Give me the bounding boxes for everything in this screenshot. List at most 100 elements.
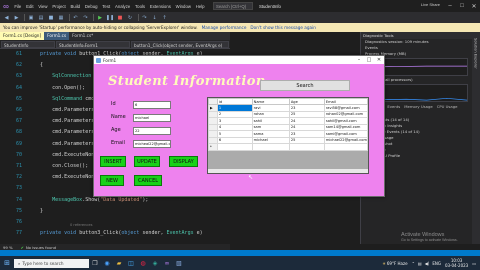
solution-explorer-tab[interactable]: Solution Explorer xyxy=(474,38,478,69)
step-out-icon[interactable]: ↑ xyxy=(160,14,169,22)
update-button[interactable]: UPDATE xyxy=(134,156,160,167)
back-icon[interactable]: ◀ xyxy=(2,14,11,22)
forward-icon[interactable]: ▶ xyxy=(12,14,21,22)
pause-icon[interactable]: ❚❚ xyxy=(106,14,115,22)
windows-start-icon[interactable]: ⊞ xyxy=(0,256,14,270)
menu-extensions[interactable]: Extensions xyxy=(147,4,173,9)
manage-performance-link[interactable]: Manage performance xyxy=(202,25,247,30)
table-cell[interactable] xyxy=(251,143,290,151)
menu-analyze[interactable]: Analyze xyxy=(113,4,133,9)
save-icon[interactable]: ■ xyxy=(47,14,56,22)
windows-taskbar: ⊞ ⌕ Type here to search ❐ ◉ ▰ ◫ ◍ ◈ ∞ ▧ … xyxy=(0,256,480,270)
tray-overflow-icon[interactable]: ⌃ xyxy=(412,261,415,266)
toolbar-divider xyxy=(137,14,138,21)
tab-events[interactable]: Events xyxy=(385,104,402,111)
tab-form-design[interactable]: Form1.cs [Design] xyxy=(0,32,45,40)
live-share-button[interactable]: Live Share xyxy=(421,2,440,7)
clock[interactable]: 10:03 03-04-2023 xyxy=(445,258,468,268)
restart-icon[interactable]: ↻ xyxy=(126,14,135,22)
visual-studio-taskbar-icon[interactable]: ∞ xyxy=(161,256,173,270)
line-number: 74 xyxy=(15,196,22,203)
weather-icon[interactable]: ☀ xyxy=(382,261,386,266)
id-field[interactable]: 6 xyxy=(133,101,171,109)
issues-status[interactable]: No issues found xyxy=(26,245,56,250)
table-cell[interactable] xyxy=(288,143,325,151)
toolbar-divider xyxy=(68,14,69,21)
table-cell[interactable] xyxy=(323,143,369,151)
system-tray: ☀ 69°F Haze ⌃ ▤ ◀) ENG 10:03 03-04-2023 … xyxy=(382,256,476,270)
weather-label[interactable]: 69°F Haze xyxy=(387,261,408,266)
table-cell[interactable] xyxy=(216,143,253,151)
menu-build[interactable]: Build xyxy=(68,4,82,9)
new-file-icon[interactable]: ▣ xyxy=(27,14,36,22)
app-icon[interactable]: ▧ xyxy=(173,256,185,270)
close-icon[interactable]: ✕ xyxy=(468,0,480,12)
continue-icon[interactable]: ▶ xyxy=(96,14,105,22)
code-text: } xyxy=(28,207,44,214)
chrome-icon[interactable]: ◍ xyxy=(137,256,149,270)
line-number: 68 xyxy=(15,129,22,136)
tab-form-code-modified[interactable]: Form1.cs* xyxy=(69,32,96,40)
info-bar: You can improve 'Startup' performance by… xyxy=(0,23,480,32)
diagnostic-tools-title: Diagnostic Tools xyxy=(361,32,472,39)
edge-icon[interactable]: ◉ xyxy=(101,256,113,270)
sql-server-icon[interactable]: ◈ xyxy=(149,256,161,270)
tab-form-code[interactable]: Form1.cs xyxy=(44,32,70,40)
stop-icon[interactable]: ■ xyxy=(116,14,125,22)
email-field[interactable]: micheal22@gmail.com xyxy=(133,140,171,148)
activate-windows-watermark: Activate Windows Go to Settings to activ… xyxy=(401,232,458,242)
network-icon[interactable]: ▤ xyxy=(418,261,422,266)
menu-test[interactable]: Test xyxy=(100,4,113,9)
save-all-icon[interactable]: ▦ xyxy=(57,14,66,22)
menu-project[interactable]: Project xyxy=(50,4,68,9)
age-field[interactable]: 22 xyxy=(133,127,171,135)
search-input[interactable]: Search (Ctrl+Q) xyxy=(212,2,253,10)
tab-memory-usage[interactable]: Memory Usage xyxy=(402,104,434,111)
student-data-grid[interactable]: id Name Age Email ▶ 1 ravi 23 ravi58@gmail.c… xyxy=(207,97,369,174)
taskbar-search-icon: ⌕ xyxy=(18,260,21,266)
dont-show-again-link[interactable]: Don't show this message again xyxy=(250,25,315,30)
insert-button[interactable]: INSERT xyxy=(100,156,126,167)
redo-icon[interactable]: ↷ xyxy=(81,14,90,22)
step-into-icon[interactable]: ↓ xyxy=(150,14,159,22)
language-indicator[interactable]: ENG xyxy=(432,261,441,266)
code-text: con.Open(); xyxy=(28,84,86,91)
store-icon[interactable]: ◫ xyxy=(125,256,137,270)
display-button[interactable]: DISPLAY xyxy=(169,156,198,167)
line-number: 63 xyxy=(15,73,22,80)
email-label: Email xyxy=(111,140,125,146)
clock-date: 03-04-2023 xyxy=(444,263,469,268)
menu-tools[interactable]: Tools xyxy=(133,4,148,9)
zoom-level[interactable]: 99 % xyxy=(3,245,13,250)
menu-window[interactable]: Window xyxy=(173,4,193,9)
undo-icon[interactable]: ↶ xyxy=(71,14,80,22)
form-minimize-icon[interactable]: – xyxy=(354,56,364,64)
form-close-icon[interactable]: ✕ xyxy=(374,56,384,64)
maximize-icon[interactable]: □ xyxy=(456,0,468,12)
taskbar-search-input[interactable]: ⌕ Type here to search xyxy=(14,258,89,268)
menu-debug[interactable]: Debug xyxy=(82,4,99,9)
cancel-button[interactable]: CANCEL xyxy=(134,175,162,186)
notification-icon[interactable]: ▭ xyxy=(472,261,476,266)
volume-icon[interactable]: ◀) xyxy=(425,261,430,266)
table-row[interactable]: * xyxy=(208,143,369,151)
file-explorer-icon[interactable]: ▰ xyxy=(113,256,125,270)
minimize-icon[interactable]: – xyxy=(444,0,456,12)
step-over-icon[interactable]: ↷ xyxy=(140,14,149,22)
task-view-icon[interactable]: ❐ xyxy=(89,256,101,270)
menu-view[interactable]: View xyxy=(36,4,50,9)
grid-horizontal-scrollbar[interactable] xyxy=(208,169,368,173)
open-file-icon[interactable]: ▤ xyxy=(37,14,46,22)
menu-file[interactable]: File xyxy=(12,4,24,9)
tab-cpu-usage[interactable]: CPU Usage xyxy=(435,104,460,111)
menu-edit[interactable]: Edit xyxy=(24,4,36,9)
row-header[interactable]: * xyxy=(208,143,218,151)
search-button[interactable]: Search xyxy=(260,80,350,91)
form-title-bar: Form1 – □ ✕ xyxy=(94,56,384,64)
menu-help[interactable]: Help xyxy=(193,4,207,9)
new-button[interactable]: NEW xyxy=(100,175,124,186)
form-maximize-icon[interactable]: □ xyxy=(364,56,374,64)
project-dropdown[interactable]: StudentInfo xyxy=(1,40,55,48)
name-field[interactable]: michael xyxy=(133,114,171,122)
name-label: Name xyxy=(111,114,126,120)
